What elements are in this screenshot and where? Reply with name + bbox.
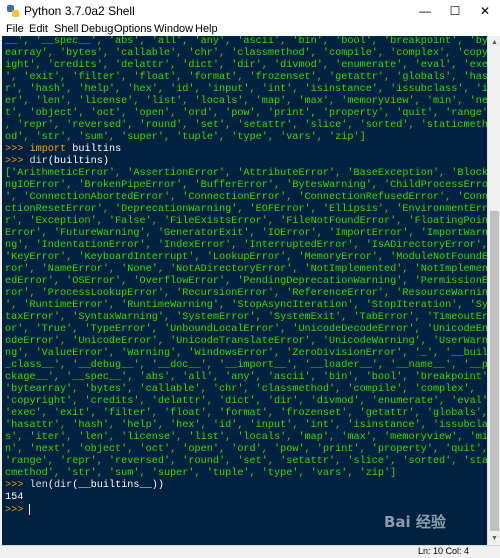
text-cursor (29, 504, 31, 515)
output-line: er', 'len', 'license', 'list', 'locals',… (5, 96, 487, 107)
vertical-scrollbar[interactable]: ▲ ▼ (487, 36, 500, 545)
minimize-button[interactable]: — (410, 0, 440, 22)
output-line: earray', 'bytes', 'callable', 'chr', 'cl… (5, 48, 487, 59)
title-bar: Python 3.7.0a2 Shell — ☐ ✕ (0, 0, 500, 23)
prompt: >>> (5, 505, 24, 517)
command-dir-builtins: >>> dir(builtins) (5, 156, 109, 168)
command-text: (__builtins__)) (72, 480, 164, 491)
output-line: od', 'str', 'sum', 'super', 'tuple', 'ty… (5, 132, 366, 143)
command-text: builtins (66, 144, 122, 155)
cursor-position: Ln: 10 Col: 4 (418, 546, 470, 556)
output-line: 'range', 'repr', 'reversed', 'round', 's… (5, 456, 487, 467)
python-logo-icon (7, 5, 19, 17)
shell-output-area[interactable]: __', '__spec__', 'abs', 'all', 'any', 'a… (2, 36, 487, 545)
menu-options[interactable]: Options (114, 23, 152, 35)
output-line: ight', 'credits', 'delattr', 'dict', 'di… (5, 60, 487, 71)
output-line: ror', 'NameError', 'None', 'NotADirector… (5, 264, 487, 275)
menu-file[interactable]: File (6, 23, 24, 35)
command-text: (builtins) (47, 156, 109, 167)
output-line: r', 'hash', 'help', 'hex', 'id', 'input'… (5, 84, 487, 95)
close-button[interactable]: ✕ (470, 0, 500, 22)
prompt: >>> (5, 156, 24, 167)
output-line: edError', 'OSError', 'OverflowError', 'P… (5, 276, 487, 287)
output-line: 'KeyError', 'KeyboardInterrupt', 'Lookup… (5, 252, 487, 263)
current-input-line[interactable]: >>> (5, 504, 31, 517)
output-line: odeError', 'UnicodeError', 'UnicodeTrans… (5, 336, 487, 347)
output-line: ckage__', '__spec__', 'abs', 'all', 'any… (5, 372, 487, 383)
watermark-logo: Bai 经验 (384, 513, 446, 531)
maximize-button[interactable]: ☐ (440, 0, 470, 22)
output-line: Error', 'FutureWarning', 'GeneratorExit'… (5, 228, 487, 239)
output-line: taxError', 'SyntaxWarning', 'SystemError… (5, 312, 487, 323)
output-line: , 'repr', 'reversed', 'round', 'set', 's… (5, 120, 487, 131)
builtin-len: len (29, 480, 48, 491)
output-line: __', '__spec__', 'abs', 'all', 'any', 'a… (5, 36, 487, 47)
output-line: _class__', '__debug__', '__doc__', '__im… (5, 360, 487, 371)
scrollbar-thumb[interactable] (490, 211, 499, 531)
status-bar: Ln: 10 Col: 4 (0, 545, 500, 558)
output-line: 'exec', 'exit', 'filter', 'float', 'form… (5, 408, 487, 419)
result-value: 154 (5, 492, 24, 503)
output-line: ng', 'IndentationError', 'IndexError', '… (5, 240, 487, 251)
output-line: ', 'RuntimeError', 'RuntimeWarning', 'St… (5, 300, 487, 311)
prompt: >>> (5, 144, 24, 155)
command-len-dir: >>> len(dir(__builtins__)) (5, 480, 164, 492)
output-line: n', 'next', 'object', 'oct', 'open', 'or… (5, 444, 487, 455)
output-line: 'copyright', 'credits', 'delattr', 'dict… (5, 396, 487, 407)
output-line: r', 'Exception', 'False', 'FileExistsErr… (5, 216, 487, 227)
output-line: ngIOError', 'BrokenPipeError', 'BufferEr… (5, 180, 487, 191)
output-line: or', 'True', 'TypeError', 'UnboundLocalE… (5, 324, 487, 335)
prompt: >>> (5, 480, 24, 491)
output-line: ', 'ConnectionAbortedError', 'Connection… (5, 192, 487, 203)
output-line: s', 'iter', 'len', 'license', 'list', 'l… (5, 432, 487, 443)
output-line: 'bytearray', 'bytes', 'callable', 'chr',… (5, 384, 476, 395)
output-line: t', 'object', 'oct', 'open', 'ord', 'pow… (5, 108, 487, 119)
output-line: ng', 'ValueError', 'Warning', 'WindowsEr… (5, 348, 487, 359)
builtin-dir: dir (29, 156, 48, 167)
menu-debug[interactable]: Debug (81, 23, 113, 35)
menu-window[interactable]: Window (154, 23, 193, 35)
menu-edit[interactable]: Edit (29, 23, 48, 35)
keyword-import: import (29, 144, 67, 155)
menu-shell[interactable]: Shell (54, 23, 78, 35)
output-line: ['ArithmeticError', 'AssertionError', 'A… (5, 168, 487, 179)
builtin-dir: dir (53, 480, 73, 491)
command-import-builtins: >>> import builtins (5, 144, 121, 156)
window-title: Python 3.7.0a2 Shell (24, 4, 135, 18)
menu-help[interactable]: Help (195, 23, 218, 35)
output-line: cmethod', 'str', 'sum', 'super', 'tuple'… (5, 468, 397, 479)
output-line: ror', 'ProcessLookupError', 'RecursionEr… (5, 288, 487, 299)
output-line: ctionResetError', 'DeprecationWarning', … (5, 204, 487, 215)
scroll-up-arrow-icon[interactable]: ▲ (488, 36, 500, 49)
output-line: ', 'exit', 'filter', 'float', 'format', … (5, 72, 487, 83)
output-line: 'hasattr', 'hash', 'help', 'hex', 'id', … (5, 420, 487, 431)
